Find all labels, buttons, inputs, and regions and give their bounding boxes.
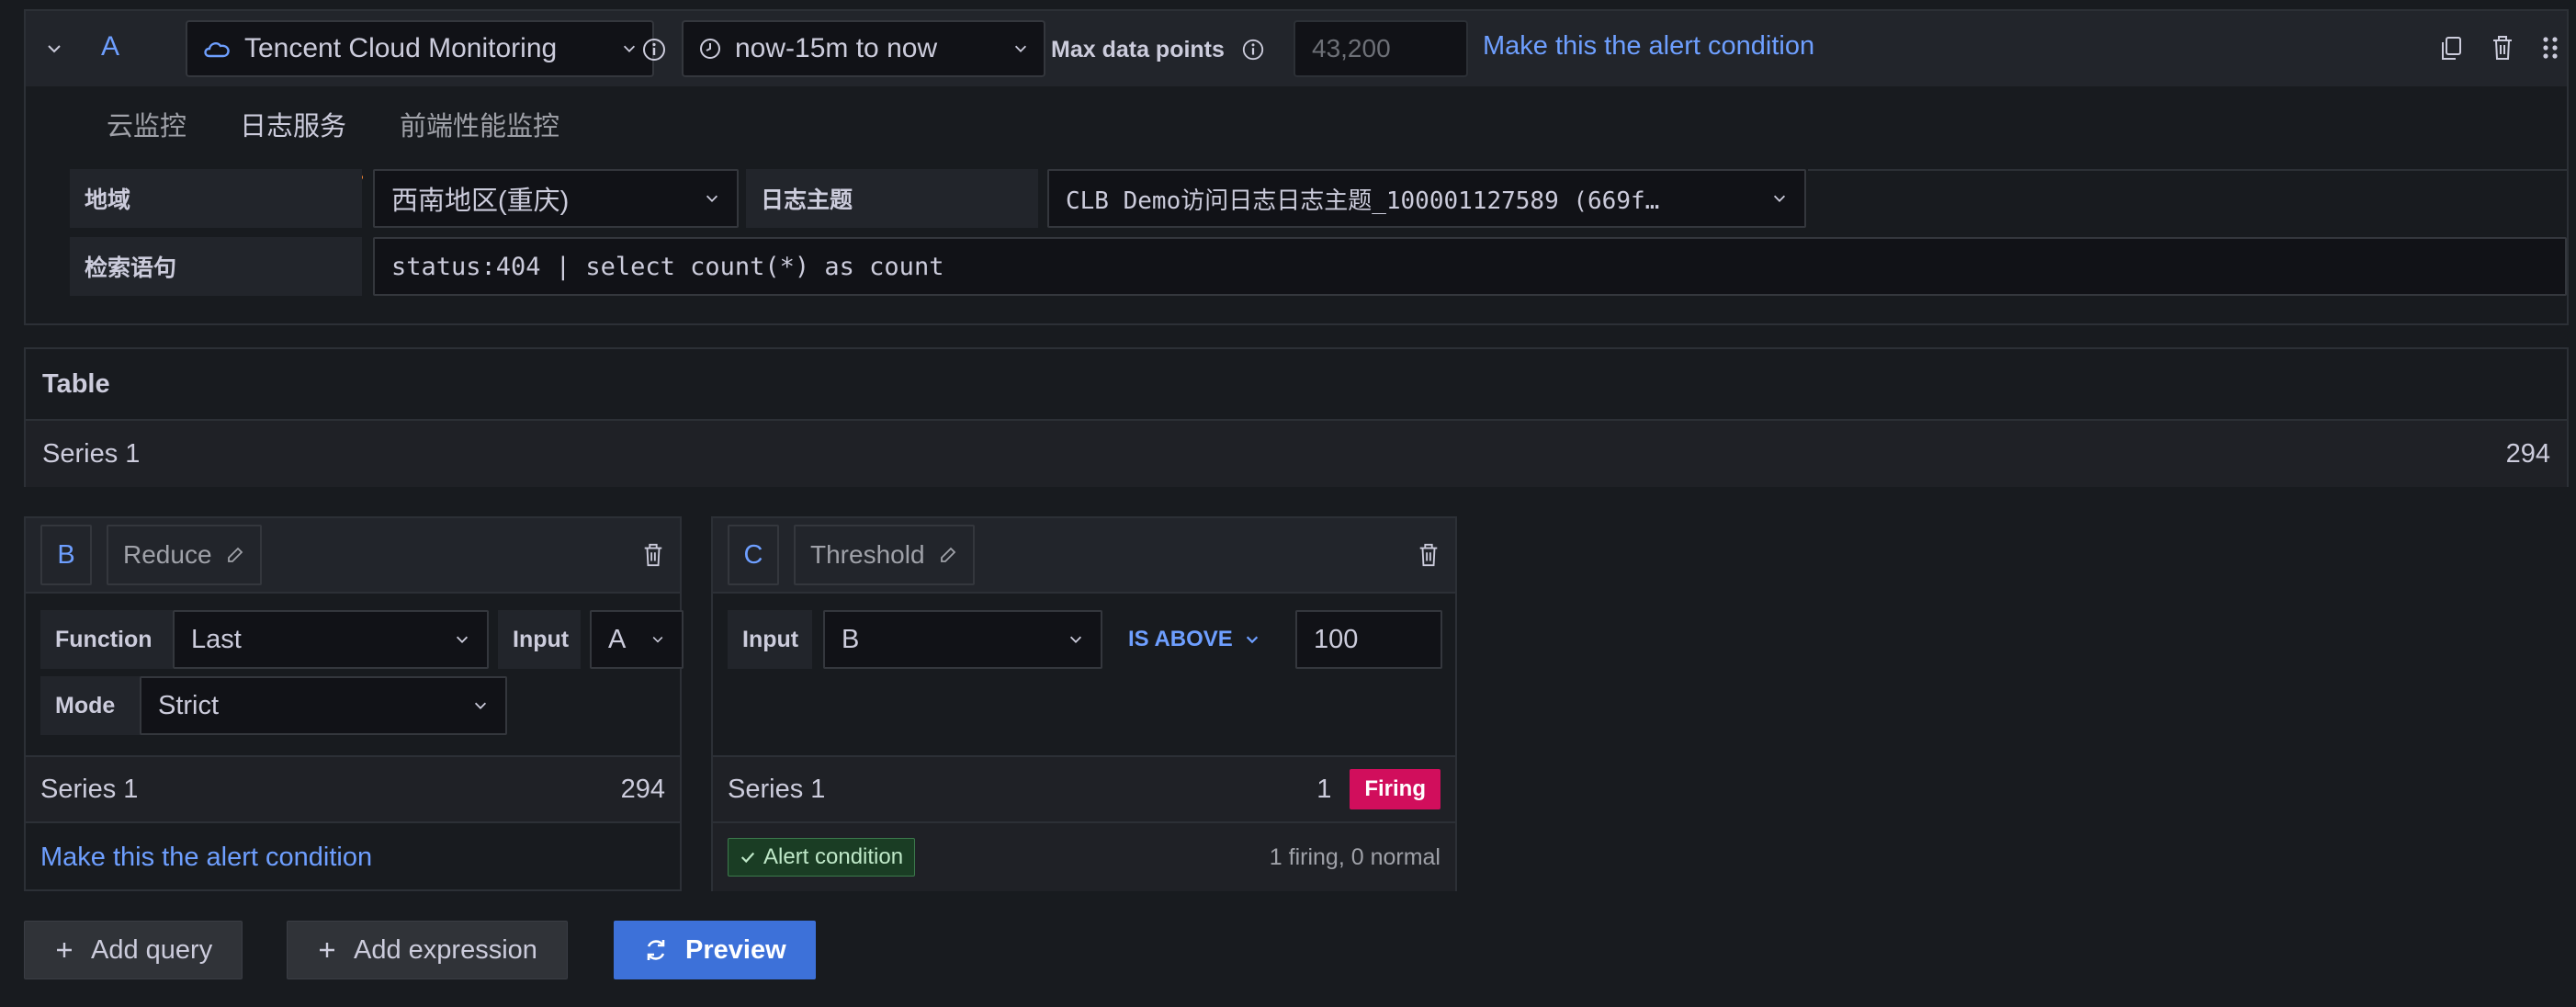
tab-cloud-monitor[interactable]: 云监控 (90, 99, 203, 178)
query-ref-id[interactable]: A (101, 31, 119, 62)
series-name: Series 1 (42, 438, 141, 469)
collapse-chevron-icon[interactable] (39, 33, 70, 64)
chevron-down-icon (650, 632, 665, 647)
log-topic-value: CLB Demo访问日志日志主题_100001127589 (669f… (1066, 187, 1660, 215)
trash-icon[interactable] (2490, 34, 2515, 62)
datasource-name: Tencent Cloud Monitoring (244, 33, 558, 63)
info-icon[interactable] (1241, 38, 1265, 62)
expression-ref-id[interactable]: C (728, 525, 779, 585)
function-label: Function (40, 610, 173, 669)
add-query-label: Add query (91, 934, 213, 965)
expression-header: C Threshold (713, 518, 1455, 594)
input-value: B (842, 624, 860, 654)
clock-icon (698, 37, 722, 61)
add-expression-label: Add expression (354, 934, 537, 965)
make-alert-condition-link[interactable]: Make this the alert condition (1483, 31, 1814, 62)
series-result: 1 Firing (1316, 769, 1441, 809)
expression-header: B Reduce (26, 518, 680, 594)
tab-frontend-performance[interactable]: 前端性能监控 (383, 99, 576, 178)
plus-icon (54, 940, 74, 960)
input-value: A (608, 624, 627, 654)
mode-label: Mode (40, 676, 145, 735)
chevron-down-icon (704, 190, 720, 207)
preview-label: Preview (685, 934, 786, 965)
pencil-icon (225, 545, 245, 565)
expression-name-text: Threshold (810, 540, 925, 569)
function-value: Last (191, 624, 242, 654)
query-header: A Tencent Cloud Monitoring now-15m to no… (26, 11, 2567, 86)
trash-icon[interactable] (641, 542, 665, 568)
mode-select[interactable]: Strict (140, 676, 507, 735)
trash-icon[interactable] (1417, 542, 1441, 568)
expression-name[interactable]: Reduce (107, 525, 262, 585)
series-name: Series 1 (728, 774, 826, 804)
expression-c-threshold: C Threshold Input B IS ABOVE 100 Series … (711, 516, 1457, 891)
table-row: Series 1 294 (26, 421, 2567, 487)
search-query-input[interactable]: status:404 | select count(*) as count (373, 237, 2567, 296)
series-value: 1 (1316, 774, 1332, 804)
datasource-picker[interactable]: Tencent Cloud Monitoring (186, 20, 654, 77)
chevron-down-icon (1771, 190, 1788, 207)
duplicate-icon[interactable] (2438, 35, 2464, 62)
alert-condition-row: Make this the alert condition (26, 821, 680, 891)
alert-summary-row: Alert condition 1 firing, 0 normal (713, 821, 1455, 891)
alert-condition-text: Alert condition (763, 844, 904, 869)
mode-value: Strict (158, 690, 220, 720)
result-row: Series 1 1 Firing (713, 755, 1455, 821)
series-name: Series 1 (40, 774, 139, 804)
input-select[interactable]: A (590, 610, 684, 669)
plus-icon (317, 940, 337, 960)
cloud-icon (202, 38, 232, 60)
tab-log-service[interactable]: 日志服务 (223, 99, 364, 180)
chevron-down-icon (454, 631, 470, 648)
add-expression-button[interactable]: Add expression (287, 921, 568, 979)
relative-time-picker[interactable]: now-15m to now (682, 20, 1045, 77)
result-row: Series 1 294 (26, 755, 680, 821)
alert-summary-text: 1 firing, 0 normal (1269, 843, 1441, 870)
input-label: Input (498, 610, 581, 669)
make-alert-condition-link[interactable]: Make this the alert condition (40, 843, 372, 873)
row-divider (1808, 169, 2567, 171)
expression-name-text: Reduce (123, 540, 212, 569)
region-value: 西南地区(重庆) (391, 187, 570, 216)
expression-ref-id[interactable]: B (40, 525, 92, 585)
chevron-down-icon (1012, 40, 1029, 57)
max-data-points-input[interactable]: 43,200 (1294, 20, 1468, 77)
firing-badge: Firing (1350, 769, 1441, 809)
service-tabs: 云监控 日志服务 前端性能监控 (90, 99, 596, 180)
alert-condition-badge: Alert condition (728, 838, 916, 877)
input-select[interactable]: B (823, 610, 1102, 669)
log-topic-label: 日志主题 (746, 169, 1038, 228)
series-value: 294 (620, 774, 665, 804)
search-query-label: 检索语句 (70, 237, 362, 296)
threshold-input[interactable]: 100 (1295, 610, 1442, 669)
region-label: 地域 (70, 169, 362, 228)
max-data-points-text: Max data points (1051, 36, 1225, 62)
operator-value: IS ABOVE (1128, 627, 1233, 651)
results-table: Table Series 1 294 (24, 347, 2569, 487)
series-value: 294 (2505, 438, 2550, 469)
chevron-down-icon (621, 40, 638, 57)
chevron-down-icon (1068, 631, 1084, 648)
sync-icon (643, 937, 669, 963)
chevron-down-icon (1244, 631, 1260, 648)
region-select[interactable]: 西南地区(重庆) (373, 169, 739, 228)
expression-b-reduce: B Reduce Function Last Input A Mode Stri… (24, 516, 684, 891)
check-icon (740, 849, 756, 866)
operator-select[interactable]: IS ABOVE (1128, 610, 1260, 669)
add-query-button[interactable]: Add query (24, 921, 243, 979)
pencil-icon (938, 545, 958, 565)
preview-button[interactable]: Preview (614, 921, 816, 979)
expression-name[interactable]: Threshold (794, 525, 975, 585)
query-editor-a: A Tencent Cloud Monitoring now-15m to no… (24, 9, 2569, 325)
table-title: Table (26, 349, 2567, 421)
info-icon[interactable] (641, 37, 667, 62)
drag-handle-icon[interactable] (2541, 34, 2559, 62)
max-data-points-label: Max data points (1051, 31, 1265, 68)
input-label: Input (728, 610, 812, 669)
log-topic-select[interactable]: CLB Demo访问日志日志主题_100001127589 (669f… (1047, 169, 1806, 228)
function-select[interactable]: Last (173, 610, 489, 669)
chevron-down-icon (472, 697, 489, 714)
time-range-value: now-15m to now (735, 33, 938, 63)
